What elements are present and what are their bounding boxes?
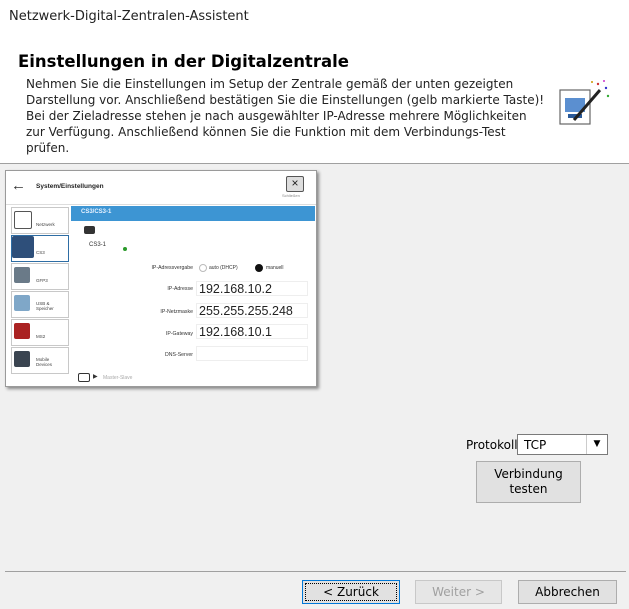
wizard-header: Einstellungen in der Digitalzentrale Neh…: [0, 30, 629, 164]
section-bar: CS3/CS3-1: [71, 206, 315, 221]
usb-icon: [14, 295, 30, 311]
window-titlebar: Netzwerk-Digital-Zentralen-Assistent: [0, 0, 629, 31]
dns-field: [196, 346, 308, 361]
screenshot-topbar: ← System/Einstellungen × Schließen: [6, 171, 316, 205]
back-arrow-icon: ←: [11, 177, 26, 194]
cancel-button[interactable]: Abbrechen: [518, 580, 617, 604]
protocol-label: Protokoll:: [466, 438, 522, 452]
sidebar-item-ms2: MS2: [11, 319, 69, 346]
sidebar-item-cs3: CS3: [11, 235, 69, 262]
status-led: [123, 247, 127, 251]
sidebar-item-gfp3: GFP3: [11, 263, 69, 290]
cancel-button-label: Abbrechen: [535, 585, 600, 599]
next-button-label: Weiter >: [432, 585, 485, 599]
ip-mode-auto-radio: [199, 264, 207, 272]
device-icon: [84, 226, 95, 234]
ip-address-field: 192.168.10.2: [196, 281, 308, 296]
netmask-field: 255.255.255.248: [196, 303, 308, 318]
footer-divider: [5, 571, 626, 572]
section-bar-label: CS3/CS3-1: [81, 209, 112, 215]
ip-address-label: IP-Adresse: [167, 286, 193, 292]
focus-rect: [305, 583, 397, 601]
dns-label: DNS-Server: [165, 352, 193, 358]
netmask-label: IP-Netzmaske: [160, 309, 193, 315]
sidebar-item-mobile: Mobile Devices: [11, 347, 69, 374]
ip-mode-manual-label: manuell: [266, 265, 284, 271]
page-description: Nehmen Sie die Einstellungen im Setup de…: [26, 77, 545, 155]
setup-screenshot: ← System/Einstellungen × Schließen Netzw…: [5, 170, 317, 387]
close-icon: ×: [286, 176, 304, 192]
back-button[interactable]: < Zurück: [302, 580, 400, 604]
protocol-select[interactable]: TCP ▼: [517, 434, 608, 455]
wizard-icon: [559, 80, 610, 125]
gateway-label: IP-Gateway: [165, 331, 193, 337]
cs3-icon: [12, 236, 34, 258]
window-title: Netzwerk-Digital-Zentralen-Assistent: [9, 9, 249, 24]
play-icon: ▶: [93, 374, 98, 380]
ip-mode-auto-label: auto (DHCP): [209, 265, 238, 271]
page-title: Einstellungen in der Digitalzentrale: [18, 52, 349, 71]
sidebar-item-label: Netzwerk: [36, 222, 55, 227]
gateway-field: 192.168.10.1: [196, 324, 308, 339]
ip-mode-label: IP-Adressvergabe: [151, 265, 193, 271]
ms2-icon: [14, 323, 30, 339]
test-button-line2: testen: [509, 482, 548, 496]
sidebar-item-label: GFP3: [36, 278, 48, 283]
sidebar-item-label: USB & Speicher: [36, 301, 54, 311]
protocol-value: TCP: [524, 438, 547, 452]
device-label: CS3-1: [89, 242, 107, 248]
sidebar-item-label: Mobile Devices: [36, 357, 53, 367]
test-button-line1: Verbindung: [494, 467, 563, 481]
sidebar-item-label: MS2: [36, 334, 46, 339]
mobile-icon: [14, 351, 30, 367]
ip-mode-manual-radio: [255, 264, 263, 272]
screenshot-sidebar: Netzwerk CS3 GFP3 USB & Speicher MS2 Mob…: [7, 205, 69, 385]
next-button[interactable]: Weiter >: [415, 580, 502, 604]
master-slave-label: Master-Slave: [103, 375, 133, 381]
gfp3-icon: [14, 267, 30, 283]
dropdown-arrow-icon[interactable]: ▼: [586, 435, 607, 454]
sidebar-item-netzwerk: Netzwerk: [11, 207, 69, 234]
test-connection-button[interactable]: Verbindung testen: [476, 461, 581, 503]
sidebar-item-label: CS3: [36, 250, 45, 255]
network-icon: [14, 211, 32, 229]
sidebar-item-usb: USB & Speicher: [11, 291, 69, 318]
close-label: Schließen: [282, 193, 300, 198]
screenshot-title: System/Einstellungen: [36, 183, 104, 190]
master-slave-icon: [78, 373, 90, 382]
